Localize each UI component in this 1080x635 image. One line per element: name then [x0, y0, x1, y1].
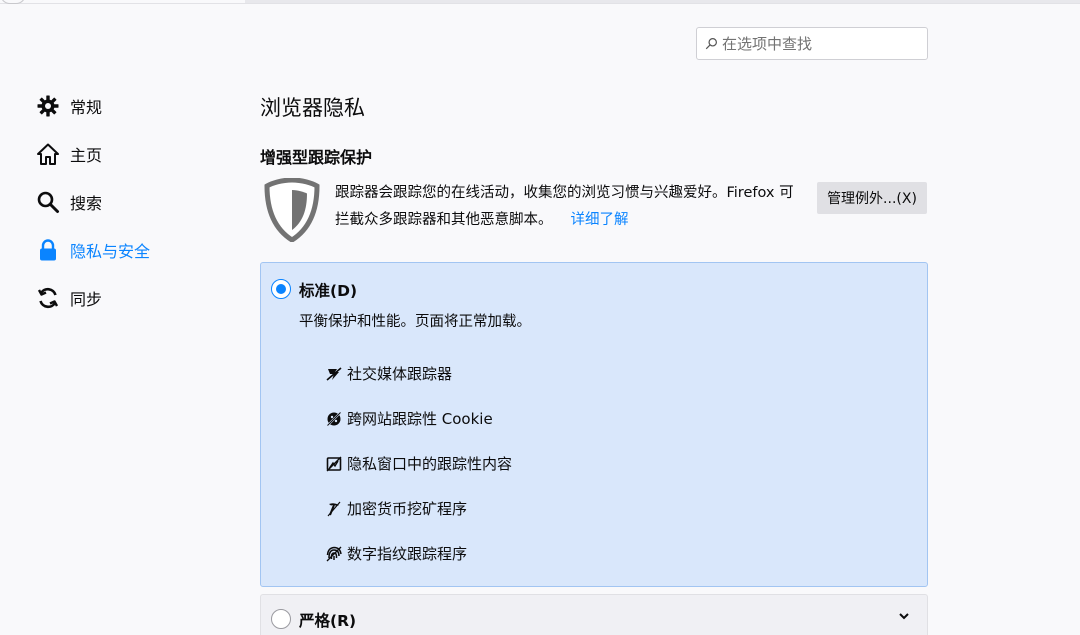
blocked-item-label: 社交媒体跟踪器 — [347, 365, 453, 383]
sidebar-item-privacy[interactable]: 隐私与安全 — [34, 226, 234, 274]
sidebar-item-home[interactable]: 主页 — [34, 130, 234, 178]
description-text: 跟踪器会跟踪您的在线活动，收集您的浏览习惯与兴趣爱好。Firefox 可拦截众多… — [335, 185, 794, 228]
tracking-content-icon — [326, 456, 342, 471]
sidebar-item-label: 常规 — [70, 98, 103, 117]
list-item: 隐私窗口中的跟踪性内容 — [326, 441, 512, 486]
blocked-item-label: 跨网站跟踪性 Cookie — [347, 410, 493, 428]
cryptominer-icon — [327, 501, 341, 516]
tab-edge — [0, 0, 26, 4]
tab-strip-line — [245, 0, 1080, 3]
cookie-icon — [326, 410, 342, 427]
sidebar-item-search[interactable]: 搜索 — [34, 178, 234, 226]
shield-icon — [264, 178, 320, 242]
manage-exceptions-button[interactable]: 管理例外...(X) — [817, 182, 927, 214]
standard-label: 标准(D) — [299, 282, 358, 300]
blocked-list: 社交媒体跟踪器 跨网站跟踪性 Cookie 隐私窗口中的跟踪性内容 加密货币挖矿… — [326, 351, 512, 576]
standard-description: 平衡保护和性能。页面将正常加载。 — [299, 314, 531, 330]
sidebar-item-general[interactable]: 常规 — [34, 82, 234, 130]
strict-radio[interactable] — [271, 609, 291, 629]
option-standard[interactable]: 标准(D) 平衡保护和性能。页面将正常加载。 社交媒体跟踪器 跨网站跟踪性 Co… — [260, 262, 928, 587]
chevron-down-icon[interactable] — [897, 609, 911, 623]
tracking-description: 跟踪器会跟踪您的在线活动，收集您的浏览习惯与兴趣爱好。Firefox 可拦截众多… — [335, 180, 805, 234]
sidebar-item-label: 主页 — [70, 146, 103, 165]
lock-icon — [34, 236, 62, 264]
sidebar-item-sync[interactable]: 同步 — [34, 274, 234, 322]
option-strict[interactable]: 严格(R) — [260, 594, 928, 635]
search-box[interactable] — [696, 27, 928, 60]
learn-more-link[interactable]: 详细了解 — [571, 212, 629, 228]
top-strip — [0, 0, 1080, 4]
home-icon — [34, 140, 62, 168]
sidebar-item-label: 同步 — [70, 290, 103, 309]
gear-icon — [34, 92, 62, 120]
list-item: 跨网站跟踪性 Cookie — [326, 396, 512, 441]
sync-icon — [34, 284, 62, 312]
blocked-item-label: 加密货币挖矿程序 — [347, 500, 468, 518]
list-item: 社交媒体跟踪器 — [326, 351, 512, 396]
section-title: 增强型跟踪保护 — [260, 148, 373, 167]
page-title: 浏览器隐私 — [260, 96, 365, 120]
sidebar-item-label: 搜索 — [70, 194, 103, 213]
fingerprinter-icon — [326, 546, 342, 561]
sidebar-item-label: 隐私与安全 — [70, 242, 151, 261]
sidebar: 常规 主页 搜索 隐私与安全 同步 — [34, 82, 234, 322]
strict-label: 严格(R) — [299, 612, 357, 630]
list-item: 加密货币挖矿程序 — [326, 486, 512, 531]
social-tracker-icon — [326, 366, 342, 381]
list-item: 数字指纹跟踪程序 — [326, 531, 512, 576]
blocked-item-label: 隐私窗口中的跟踪性内容 — [347, 455, 513, 473]
search-icon — [34, 188, 62, 216]
search-input[interactable] — [722, 34, 922, 53]
standard-radio[interactable] — [271, 279, 291, 299]
blocked-item-label: 数字指纹跟踪程序 — [347, 545, 468, 563]
search-icon — [705, 38, 717, 50]
